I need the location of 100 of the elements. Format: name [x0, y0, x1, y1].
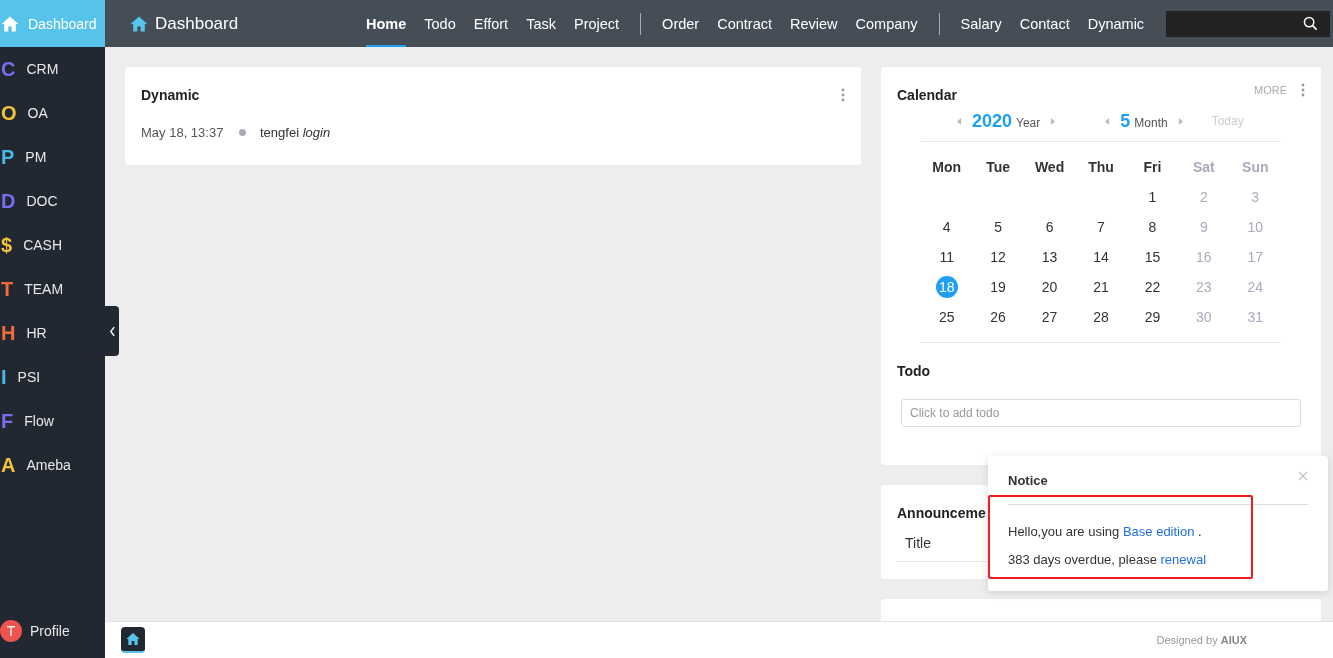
previous-icon [956, 116, 962, 126]
nav-tab[interactable]: Task [518, 0, 564, 47]
month-label: Month [1134, 116, 1168, 130]
sidebar-item[interactable]: D DOC [0, 179, 105, 223]
search-field[interactable] [1166, 10, 1290, 37]
sidebar-item[interactable]: C CRM [0, 47, 105, 91]
credit-text: Designed by AIUX [1156, 634, 1247, 646]
sidebar-label: PM [25, 149, 47, 165]
sidebar-item[interactable]: P PM [0, 135, 105, 179]
calendar-day[interactable]: 1 [1141, 186, 1164, 208]
close-icon [1298, 471, 1308, 481]
letter-icon: C [1, 57, 16, 81]
card-title: Dynamic [141, 87, 200, 103]
sidebar-label: DOC [26, 193, 58, 209]
notice-text: Hello,you are using [1008, 523, 1121, 539]
calendar-day[interactable]: 27 [1038, 306, 1061, 328]
calendar-day[interactable]: 6 [1038, 216, 1061, 238]
letter-icon: F [1, 409, 14, 433]
calendar-day[interactable]: 13 [1038, 246, 1061, 268]
sidebar-item[interactable]: F Flow [0, 399, 105, 443]
sidebar-label: HR [26, 325, 47, 341]
nav-tab[interactable]: Contract [709, 0, 780, 47]
nav-tab[interactable]: Dynamic [1079, 0, 1153, 47]
calendar-day[interactable]: 12 [987, 246, 1010, 268]
nav-tab[interactable]: Contact [1011, 0, 1078, 47]
calendar-day[interactable]: 4 [935, 216, 958, 238]
card-title: Calendar [897, 87, 957, 103]
month-value: 5 [1120, 110, 1131, 132]
letter-icon: I [1, 365, 7, 389]
more-icon [841, 88, 845, 102]
calendar-day[interactable]: 7 [1090, 216, 1112, 238]
calendar-day[interactable]: 5 [987, 216, 1010, 238]
sidebar-label: CRM [26, 61, 59, 77]
letter-icon: H [1, 321, 16, 345]
sidebar-item[interactable]: A Ameba [0, 443, 105, 487]
notice-link[interactable]: renewal [1160, 551, 1207, 567]
sidebar-item[interactable]: T TEAM [0, 267, 105, 311]
search-icon [1302, 16, 1318, 31]
todo-input[interactable]: Click to add todo [901, 399, 1301, 427]
sidebar-label: OA [27, 105, 48, 121]
notice-title: Notice [1008, 472, 1048, 488]
sidebar-item[interactable]: O OA [0, 91, 105, 135]
sidebar-item[interactable]: H HR [0, 311, 105, 355]
sidebar-label: PSI [17, 369, 41, 385]
entry-text: tengfei login [260, 125, 331, 140]
letter-icon: A [1, 453, 16, 477]
sidebar-label: Flow [24, 413, 54, 429]
home-tab[interactable] [121, 627, 145, 653]
weekday-label: Mon [932, 159, 962, 175]
nav-tab[interactable]: Review [782, 0, 846, 47]
nav-tab[interactable]: Order [654, 0, 708, 47]
calendar-day[interactable]: 8 [1141, 216, 1164, 238]
timeline-dot [239, 129, 246, 136]
search-button[interactable] [1290, 10, 1330, 37]
letter-icon: $ [1, 233, 13, 257]
sidebar-item[interactable]: $ CASH [0, 223, 105, 267]
year-value: 2020 [972, 110, 1013, 132]
page-title: Dashboard [155, 13, 239, 34]
calendar-day[interactable]: 28 [1090, 306, 1112, 328]
nav-tab[interactable]: Todo [416, 0, 464, 47]
weekday-label: Sat [1192, 159, 1215, 175]
card-title: Announceme [897, 505, 987, 521]
calendar-day[interactable]: 29 [1141, 306, 1164, 328]
calendar-day[interactable]: 20 [1038, 276, 1061, 298]
weekday-label: Wed [1034, 159, 1065, 175]
nav-tab[interactable]: Project [565, 0, 628, 47]
nav-tab[interactable]: Salary [952, 0, 1010, 47]
sidebar-label: CASH [23, 237, 63, 253]
profile-link[interactable]: T Profile [0, 616, 105, 646]
column-header: Title [905, 535, 931, 551]
section-title: Todo [897, 363, 932, 379]
letter-icon: D [1, 189, 16, 213]
calendar-day[interactable]: 19 [987, 276, 1010, 298]
notice-text: . [1197, 523, 1202, 539]
next-icon [1050, 116, 1057, 126]
sidebar-label: Ameba [26, 457, 71, 473]
year-label: Year [1016, 116, 1041, 130]
calendar-day[interactable]: 25 [935, 306, 958, 328]
calendar-day[interactable]: 11 [935, 246, 958, 268]
home-icon [125, 631, 141, 647]
letter-icon: O [1, 101, 17, 125]
calendar-day[interactable]: 21 [1090, 276, 1112, 298]
more-icon [1301, 83, 1305, 97]
calendar-day[interactable]: 22 [1141, 276, 1164, 298]
calendar-day[interactable]: 14 [1090, 246, 1112, 268]
collapse-handle[interactable] [105, 306, 119, 356]
sidebar-item[interactable]: I PSI [0, 355, 105, 399]
weekday-label: Fri [1143, 159, 1162, 175]
nav-tab[interactable]: Company [847, 0, 926, 47]
letter-icon: P [1, 145, 15, 169]
calendar-day[interactable]: 15 [1141, 246, 1164, 268]
weekday-label: Tue [986, 159, 1011, 175]
nav-tab[interactable]: Effort [465, 0, 517, 47]
next-icon [1177, 116, 1184, 126]
weekday-label: Sun [1242, 159, 1269, 175]
sidebar-label: TEAM [24, 281, 64, 297]
previous-icon [1104, 116, 1111, 126]
nav-tab[interactable]: Home [366, 0, 407, 47]
calendar-day[interactable]: 26 [987, 306, 1010, 328]
notice-link[interactable]: Base edition [1122, 523, 1195, 539]
